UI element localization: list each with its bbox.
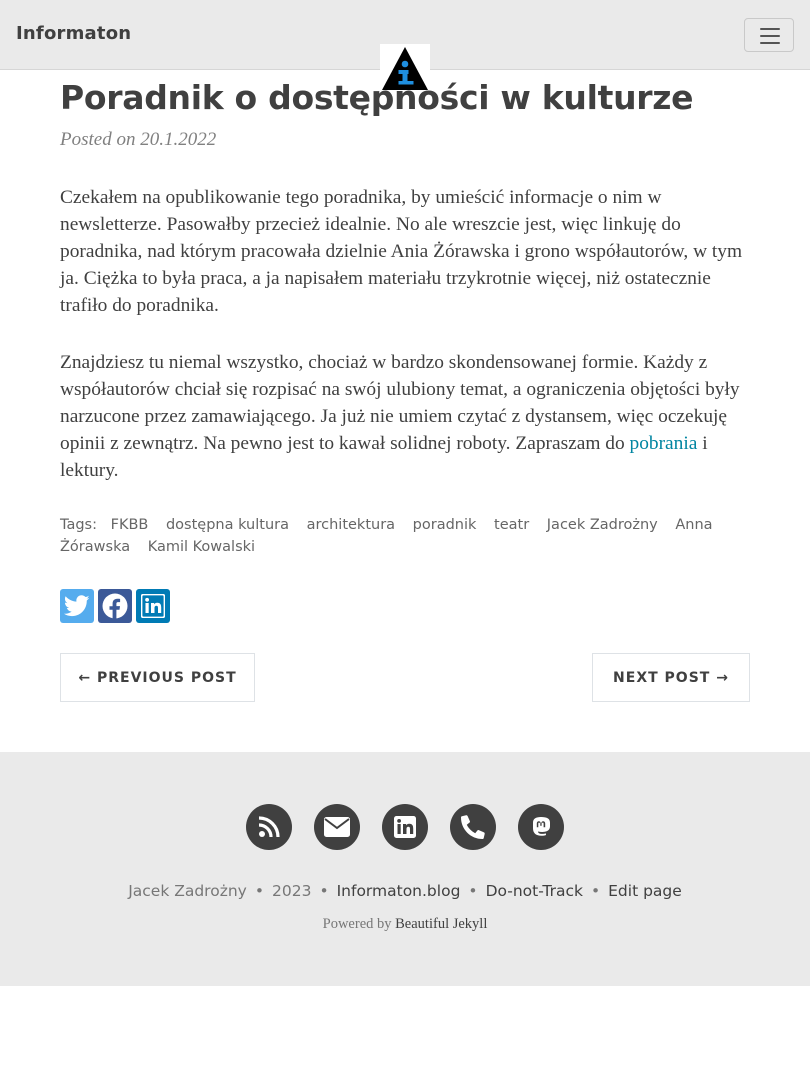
next-post-button[interactable]: NEXT POST → [592,653,750,702]
post-paragraph: Czekałem na opublikowanie tego poradnika… [60,187,743,316]
tag-link[interactable]: teatr [494,517,529,533]
tag-link[interactable]: FKBB [111,517,149,533]
tag-link[interactable]: architektura [307,517,395,533]
hamburger-icon-bar [760,42,780,44]
facebook-icon [102,593,128,619]
site-brand[interactable]: Informaton [16,23,131,44]
download-link[interactable]: pobrania [630,433,698,454]
linkedin-share-button[interactable] [136,589,170,623]
post-paragraph: Znajdziesz tu niemal wszystko, chociaż w… [60,349,750,484]
hamburger-icon [760,28,780,30]
menu-toggle-button[interactable] [744,18,794,52]
twitter-share-button[interactable] [60,589,94,623]
tag-link[interactable]: Kamil Kowalski [148,539,255,555]
hamburger-icon-bar [760,35,780,37]
rss-icon [258,816,280,838]
phone-link[interactable] [450,804,496,850]
footer-social-links [0,804,810,850]
tags-label: Tags: [60,517,97,533]
facebook-share-button[interactable] [98,589,132,623]
envelope-icon [324,817,350,837]
linkedin-icon [141,594,165,618]
share-buttons [60,589,170,623]
footer-site-link[interactable]: Informaton.blog [337,882,461,900]
powered-by: Powered by Beautiful Jekyll [0,916,810,933]
post-title: Poradnik o dostępności w kulturze [60,78,694,117]
do-not-track-link[interactable]: Do-not-Track [486,882,583,900]
beautiful-jekyll-link[interactable]: Beautiful Jekyll [395,916,487,932]
edit-page-link[interactable]: Edit page [608,882,682,900]
mastodon-link[interactable] [518,804,564,850]
rss-link[interactable] [246,804,292,850]
twitter-icon [64,595,90,617]
tags-list: Tags: FKBB dostępna kultura architektura… [60,514,750,558]
footer: Jacek Zadrożny • 2023 • Informaton.blog • Do-n… [0,752,810,986]
footer-separator: • [590,882,601,900]
footer-separator: • [319,882,329,900]
powered-by-prefix: Powered by [322,916,396,932]
footer-author: Jacek Zadrożny [128,882,247,900]
post-date: Posted on 20.1.2022 [60,129,217,150]
linkedin-link[interactable] [382,804,428,850]
tag-link[interactable]: Jacek Zadrożny [547,517,658,533]
linkedin-icon [394,816,416,838]
tag-link[interactable]: poradnik [413,517,477,533]
footer-info: Jacek Zadrożny • 2023 • Informaton.blog • Do-n… [0,882,810,900]
previous-post-button[interactable]: ← PREVIOUS POST [60,653,255,702]
footer-year: 2023 [271,882,312,900]
phone-icon [461,815,485,839]
tag-link[interactable]: dostępna kultura [166,517,289,533]
footer-separator: • [254,882,264,900]
email-link[interactable] [314,804,360,850]
post-body: Czekałem na opublikowanie tego poradnika… [60,184,750,514]
mastodon-icon [533,817,550,836]
footer-separator: • [468,882,478,900]
